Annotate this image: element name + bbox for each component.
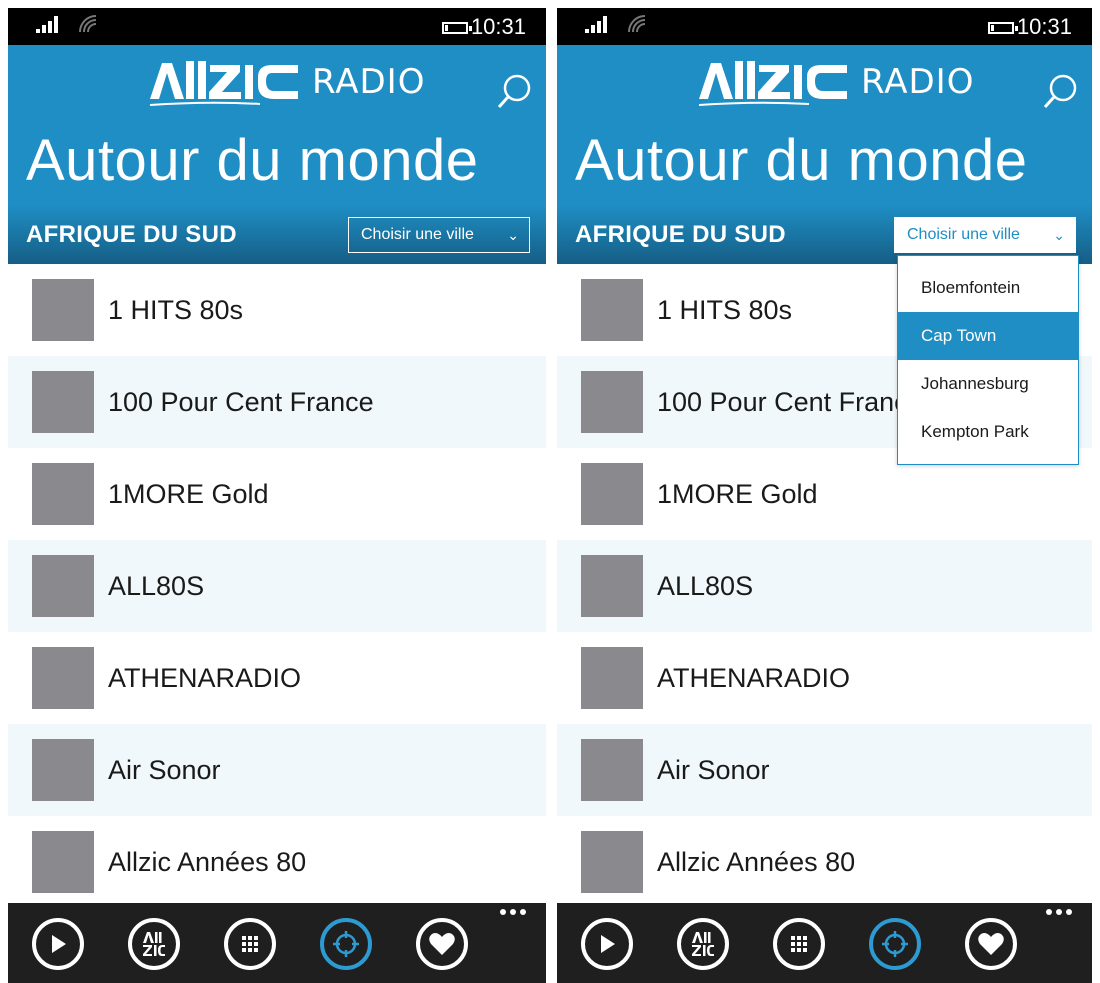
wifi-icon bbox=[79, 15, 97, 33]
country-label: AFRIQUE DU SUD bbox=[575, 221, 786, 248]
status-time: 10:31 bbox=[470, 14, 526, 39]
phone-screen-1: 10:31 RADIO Autour du monde AFRIQUE DU S… bbox=[0, 0, 554, 983]
city-option-johannesburg[interactable]: Johannesburg bbox=[898, 360, 1078, 408]
chevron-down-icon: ⌄ bbox=[507, 227, 519, 243]
grid-icon[interactable] bbox=[224, 918, 276, 970]
station-thumbnail bbox=[581, 555, 643, 617]
list-item[interactable]: ATHENARADIO bbox=[8, 632, 546, 724]
allzic-logo-icon bbox=[698, 61, 847, 106]
city-option-kempton-park[interactable]: Kempton Park bbox=[898, 408, 1078, 456]
city-option-bloemfontein[interactable]: Bloemfontein bbox=[898, 264, 1078, 312]
list-item[interactable]: 100 Pour Cent France bbox=[8, 356, 546, 448]
station-name: ATHENARADIO bbox=[657, 662, 851, 693]
list-item[interactable]: 1 HITS 80s bbox=[8, 264, 546, 356]
app-header: RADIO Autour du monde bbox=[8, 45, 546, 205]
station-thumbnail bbox=[581, 647, 643, 709]
heart-icon[interactable] bbox=[965, 918, 1017, 970]
more-options-icon[interactable] bbox=[500, 909, 526, 915]
search-icon[interactable] bbox=[496, 71, 536, 111]
allzic-icon[interactable] bbox=[128, 918, 180, 970]
station-thumbnail bbox=[32, 371, 94, 433]
list-item[interactable]: ATHENARADIO bbox=[557, 632, 1092, 724]
list-item[interactable]: Allzic Années 80 bbox=[8, 816, 546, 908]
list-item[interactable]: ALL80S bbox=[557, 540, 1092, 632]
city-option-cap-town[interactable]: Cap Town bbox=[898, 312, 1078, 360]
allzic-icon[interactable] bbox=[677, 918, 729, 970]
more-options-icon[interactable] bbox=[1046, 909, 1072, 915]
station-thumbnail bbox=[32, 647, 94, 709]
battery-icon bbox=[442, 22, 472, 34]
station-thumbnail bbox=[32, 463, 94, 525]
brand-wordmark: RADIO bbox=[312, 62, 426, 102]
search-icon[interactable] bbox=[1042, 71, 1082, 111]
station-thumbnail bbox=[32, 555, 94, 617]
page-title: Autour du monde bbox=[26, 128, 479, 193]
station-thumbnail bbox=[581, 739, 643, 801]
station-thumbnail bbox=[581, 279, 643, 341]
station-thumbnail bbox=[581, 463, 643, 525]
play-icon[interactable] bbox=[581, 918, 633, 970]
station-thumbnail bbox=[32, 279, 94, 341]
play-icon[interactable] bbox=[32, 918, 84, 970]
city-dropdown: Bloemfontein Cap Town Johannesburg Kempt… bbox=[897, 255, 1079, 465]
list-item[interactable]: ALL80S bbox=[8, 540, 546, 632]
station-name: ATHENARADIO bbox=[108, 662, 302, 693]
station-list: 1 HITS 80s 100 Pour Cent France 1MORE Go… bbox=[8, 264, 546, 908]
station-name: 100 Pour Cent France bbox=[108, 386, 374, 417]
brand-wordmark: RADIO bbox=[861, 62, 975, 102]
station-name: 100 Pour Cent France bbox=[657, 386, 923, 417]
phone-screen-2: 10:31 RADIO Autour du monde AFRIQUE DU S… bbox=[557, 0, 1100, 983]
station-name: 1MORE Gold bbox=[108, 478, 269, 509]
list-item[interactable]: Allzic Années 80 bbox=[557, 816, 1092, 908]
list-item[interactable]: Air Sonor bbox=[8, 724, 546, 816]
station-name: Allzic Années 80 bbox=[108, 846, 307, 877]
heart-icon[interactable] bbox=[416, 918, 468, 970]
station-name: ALL80S bbox=[657, 570, 754, 601]
station-name: 1MORE Gold bbox=[657, 478, 818, 509]
city-select[interactable]: Choisir une ville ⌄ bbox=[894, 217, 1076, 253]
battery-icon bbox=[988, 22, 1018, 34]
status-bar: 10:31 bbox=[8, 8, 546, 45]
station-thumbnail bbox=[32, 739, 94, 801]
page-title: Autour du monde bbox=[575, 128, 1028, 193]
city-select-label: Choisir une ville bbox=[361, 226, 474, 243]
list-item[interactable]: Air Sonor bbox=[557, 724, 1092, 816]
grid-icon[interactable] bbox=[773, 918, 825, 970]
status-time: 10:31 bbox=[1016, 14, 1072, 39]
locate-icon[interactable] bbox=[320, 918, 372, 970]
status-bar: 10:31 bbox=[557, 8, 1092, 45]
list-item[interactable]: 1MORE Gold bbox=[8, 448, 546, 540]
station-name: ALL80S bbox=[108, 570, 205, 601]
signal-icon bbox=[36, 16, 58, 33]
station-name: 1 HITS 80s bbox=[657, 294, 793, 325]
wifi-icon bbox=[628, 15, 646, 33]
station-thumbnail bbox=[581, 831, 643, 893]
station-name: 1 HITS 80s bbox=[108, 294, 244, 325]
chevron-down-icon: ⌄ bbox=[1053, 227, 1065, 243]
brand-logo: RADIO bbox=[697, 57, 974, 107]
locate-icon[interactable] bbox=[869, 918, 921, 970]
brand-logo: RADIO bbox=[148, 57, 425, 107]
signal-icon bbox=[585, 16, 607, 33]
app-bar bbox=[557, 903, 1092, 983]
country-label: AFRIQUE DU SUD bbox=[26, 221, 237, 248]
station-thumbnail bbox=[581, 371, 643, 433]
allzic-logo-icon bbox=[149, 61, 298, 106]
station-name: Air Sonor bbox=[108, 754, 221, 785]
city-select[interactable]: Choisir une ville ⌄ bbox=[348, 217, 530, 253]
filter-bar: AFRIQUE DU SUD Choisir une ville ⌄ bbox=[8, 205, 546, 264]
app-header: RADIO Autour du monde bbox=[557, 45, 1092, 205]
station-name: Air Sonor bbox=[657, 754, 770, 785]
app-bar bbox=[8, 903, 546, 983]
station-name: Allzic Années 80 bbox=[657, 846, 856, 877]
station-thumbnail bbox=[32, 831, 94, 893]
city-select-label: Choisir une ville bbox=[907, 226, 1020, 243]
